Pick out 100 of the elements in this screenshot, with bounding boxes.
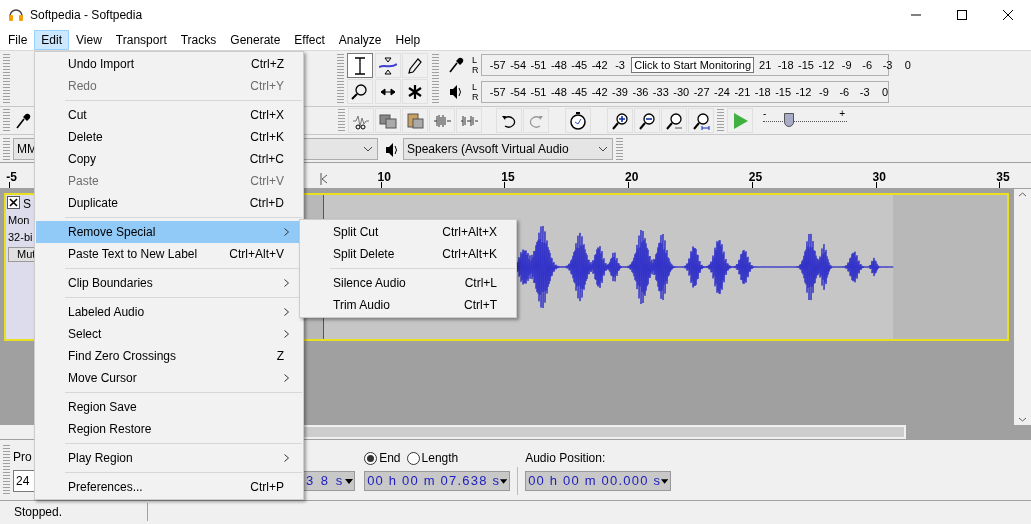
level-meter[interactable]: -57 -54 -51 -48 -45 -42 -39 -36 -33 -30 -27 -24 -21 -18 -15 -12 -9 -6 -3 0 <box>480 81 889 103</box>
channel-label: L <box>472 82 478 92</box>
menu-item[interactable]: Find Zero Crossings Z <box>36 345 302 367</box>
meter-tick-label: -12 <box>817 59 836 71</box>
menu-item[interactable]: Split Delete Ctrl+Alt+K <box>301 243 515 265</box>
menu-item[interactable]: Move Cursor <box>36 367 302 389</box>
meter-tick-label: -18 <box>776 59 795 71</box>
meter-tick-label: -54 <box>509 86 528 98</box>
undo-redo-button[interactable] <box>496 108 522 133</box>
chevron-down-icon <box>363 145 373 152</box>
radio-option[interactable]: Length <box>406 449 459 467</box>
menu-item[interactable]: Silence Audio Ctrl+L <box>301 272 515 294</box>
menu-item[interactable]: Delete Ctrl+K <box>36 126 302 148</box>
track-close-button[interactable] <box>7 196 20 209</box>
stopwatch-icon <box>569 111 587 130</box>
meter-tick-label: -3 <box>881 59 894 71</box>
magnifier-icon <box>351 82 369 101</box>
menu-item[interactable]: Transport <box>108 30 174 50</box>
zoom-in-icon <box>611 111 629 130</box>
meter-tick-label: -24 <box>713 86 731 98</box>
scroll-up-icon <box>1018 192 1027 197</box>
audio-position-label: Audio Position: <box>525 450 607 467</box>
menu-item[interactable]: Region Restore <box>36 418 302 440</box>
zoom-button[interactable] <box>661 108 687 133</box>
menu-item[interactable]: Labeled Audio <box>36 301 302 323</box>
vertical-scrollbar[interactable] <box>1014 189 1031 425</box>
channel-label: L <box>472 55 478 65</box>
menu-item[interactable]: Cut Ctrl+X <box>36 104 302 126</box>
menu-item[interactable]: Duplicate Ctrl+D <box>36 192 302 214</box>
tool-button[interactable] <box>347 53 373 78</box>
menu-item[interactable]: Help <box>388 30 428 50</box>
window-title: Softpedia - Softpedia <box>30 7 143 24</box>
start-time-field[interactable]: 3 8 s <box>303 471 356 491</box>
menu-item[interactable]: Preferences... Ctrl+P <box>36 476 302 498</box>
menu-item[interactable]: Paste Text to New Label Ctrl+Alt+V <box>36 243 302 265</box>
close-icon <box>9 198 18 207</box>
meter-tick-label: -48 <box>549 86 568 98</box>
meter-tick-label: -39 <box>611 86 629 98</box>
edit-button[interactable] <box>375 108 401 133</box>
speed-slider[interactable]: - + <box>761 108 849 133</box>
toolbar-grip[interactable] <box>3 137 10 160</box>
menu-item[interactable]: Edit <box>34 30 70 50</box>
track-info: 32-bi <box>8 230 33 245</box>
radio-option[interactable]: End <box>364 449 401 467</box>
channel-label: R <box>472 65 479 75</box>
toolbar-grip[interactable] <box>3 445 10 495</box>
menu-item[interactable]: Effect <box>287 30 332 50</box>
project-rate-field[interactable]: 24 <box>13 470 35 492</box>
timer-button[interactable] <box>565 108 591 133</box>
toolbar-grip[interactable] <box>616 137 623 160</box>
menu-item[interactable]: Tracks <box>173 30 224 50</box>
menu-item[interactable]: Analyze <box>331 30 389 50</box>
output-device-dropdown[interactable]: Speakers (Avsoft Virtual Audio <box>403 137 613 160</box>
menu-item[interactable]: View <box>69 30 109 50</box>
menu-item[interactable]: Clip Boundaries <box>36 272 302 294</box>
menu-item[interactable]: Split Cut Ctrl+Alt+X <box>301 221 515 243</box>
toolbar-grip[interactable] <box>337 53 344 104</box>
meter-tick-label: -27 <box>692 86 711 98</box>
edit-button[interactable] <box>402 108 428 133</box>
radio-button[interactable] <box>406 451 420 465</box>
ruler-label: 35 <box>996 169 1010 186</box>
meter-tick-label: -6 <box>838 86 851 98</box>
meter-tick-label: -30 <box>672 86 691 98</box>
menu-item[interactable]: Play Region <box>36 447 302 469</box>
close-icon <box>1003 10 1013 20</box>
microphone-icon <box>15 111 33 130</box>
zoom-button[interactable] <box>634 108 660 133</box>
meter-tick-label: -51 <box>529 59 548 71</box>
menu-item[interactable]: Remove Special <box>36 221 302 243</box>
meter-tick-label: -57 <box>488 86 507 98</box>
menu-item[interactable]: Generate <box>223 30 288 50</box>
ruler-label: -5 <box>6 169 17 186</box>
plus-sign: + <box>839 106 845 121</box>
meter-tick-label: -36 <box>631 86 650 98</box>
scrollbar-thumb[interactable] <box>304 427 904 437</box>
copy-icon <box>379 111 397 130</box>
meter-tick-label: -42 <box>590 59 609 71</box>
menu-item[interactable]: Undo Import Ctrl+Z <box>36 53 302 75</box>
meter-tick-label: 0 <box>881 86 890 98</box>
envelope-icon <box>378 56 397 75</box>
menu-item[interactable]: Region Save <box>36 396 302 418</box>
menu-item[interactable]: File <box>1 30 35 50</box>
slider-thumb[interactable] <box>784 112 795 127</box>
microphone-icon <box>448 56 466 74</box>
radio-button[interactable] <box>364 451 378 465</box>
meter-tick-label: -18 <box>753 86 772 98</box>
ruler-label: 10 <box>377 169 391 186</box>
time-value: 3 8 s <box>305 472 345 491</box>
meter-tick-label: -57 <box>488 59 507 71</box>
toolbar-grip[interactable] <box>717 108 724 133</box>
edit-button[interactable] <box>348 108 374 133</box>
meter-tick-label: -9 <box>818 86 830 98</box>
meter-tick-label: -3 <box>858 86 871 98</box>
meter-tick-label: -3 <box>614 59 626 71</box>
project-rate-label: Pro <box>13 449 32 466</box>
toolbar-grip[interactable] <box>338 108 345 133</box>
zoom-button[interactable] <box>688 108 714 133</box>
play-head-icon <box>320 173 328 185</box>
menu-item[interactable]: Trim Audio Ctrl+T <box>301 294 515 316</box>
zoom-button[interactable] <box>607 108 633 133</box>
